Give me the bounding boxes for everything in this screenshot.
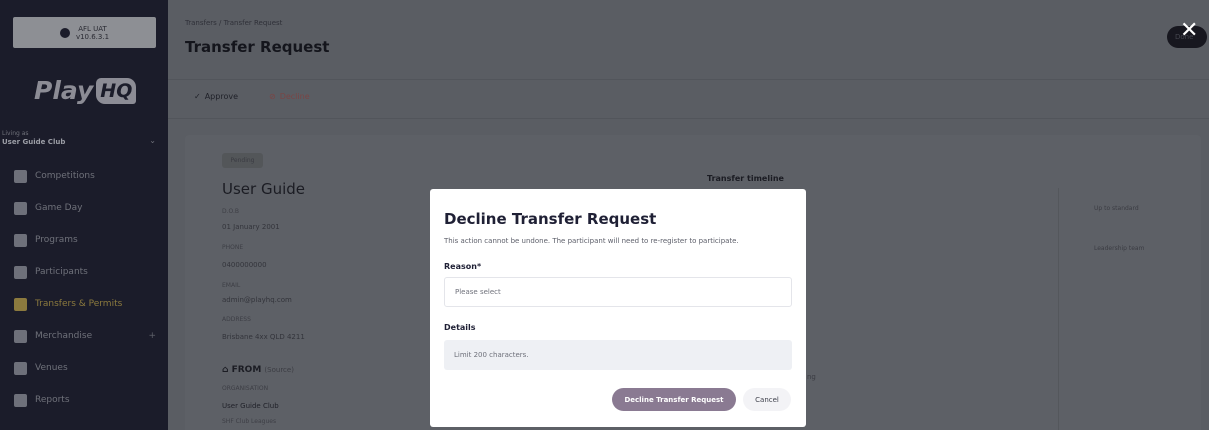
- logo-play-text: Play: [34, 76, 94, 105]
- sidebar-item-programs[interactable]: Programs: [0, 224, 168, 256]
- sidebar-item-label: Programs: [35, 235, 78, 245]
- dob-label: D.O.B: [222, 208, 240, 215]
- participant-name: User Guide: [222, 180, 306, 198]
- organisation-value: User Guide Club: [222, 402, 279, 410]
- reports-icon: [14, 393, 27, 407]
- sidebar: AFL UAT v10.6.3.1 Play HQ Living as User…: [0, 0, 168, 430]
- from-label: FROM: [231, 365, 262, 375]
- details-label: Details: [444, 323, 476, 332]
- action-bar: ✓ Approve ⊘ Decline: [168, 79, 1209, 119]
- decline-transfer-modal: Decline Transfer Request This action can…: [430, 189, 806, 427]
- club-switcher-label: Living as: [2, 130, 29, 137]
- email-label: EMAIL: [222, 282, 241, 289]
- sidebar-item-venues[interactable]: Venues: [0, 352, 168, 384]
- trophy-icon: [14, 169, 27, 183]
- timeline-heading: Transfer timeline: [707, 174, 784, 183]
- check-icon: ✓: [194, 92, 201, 101]
- sidebar-item-transfers-permits[interactable]: Transfers & Permits: [0, 288, 168, 320]
- details-input[interactable]: [444, 340, 792, 370]
- environment-name: AFL UAT: [78, 24, 107, 33]
- environment-icon: [59, 27, 70, 38]
- sidebar-item-label: Merchandise: [35, 331, 93, 341]
- sidebar-item-label: Game Day: [35, 203, 83, 213]
- sidebar-item-label: Reports: [35, 395, 70, 405]
- sidebar-item-merchandise[interactable]: Merchandise +: [0, 320, 168, 352]
- decline-circle-icon: ⊘: [269, 92, 276, 101]
- playhq-logo[interactable]: Play HQ: [34, 76, 137, 105]
- sidebar-nav: Competitions Game Day Programs Participa…: [0, 160, 168, 416]
- sidebar-item-reports[interactable]: Reports: [0, 384, 168, 416]
- dob-value: 01 January 2001: [222, 223, 280, 231]
- cancel-button[interactable]: Cancel: [743, 388, 791, 411]
- modal-title: Decline Transfer Request: [444, 210, 657, 228]
- breadcrumb[interactable]: Transfers / Transfer Request: [185, 19, 282, 27]
- book-icon: [14, 233, 27, 247]
- sidebar-item-label: Participants: [35, 267, 88, 277]
- organisation-extra: SHF Club Leagues: [222, 418, 277, 425]
- transfer-icon: [14, 297, 27, 311]
- phone-label: PHONE: [222, 244, 244, 251]
- sidebar-item-game-day[interactable]: Game Day: [0, 192, 168, 224]
- home-icon: ⌂: [222, 365, 229, 375]
- sidebar-item-participants[interactable]: Participants: [0, 256, 168, 288]
- sidebar-item-label: Venues: [35, 363, 68, 373]
- column-divider: [1058, 188, 1059, 430]
- decline-transfer-request-button[interactable]: Decline Transfer Request: [612, 388, 736, 411]
- phone-value: 0400000000: [222, 261, 267, 269]
- chevron-down-icon[interactable]: ⌄: [149, 136, 156, 145]
- close-icon[interactable]: ✕: [1180, 19, 1198, 43]
- scoreboard-icon: [14, 201, 27, 215]
- environment-badge: AFL UAT v10.6.3.1: [13, 17, 156, 48]
- shirt-icon: [14, 329, 27, 343]
- modal-description: This action cannot be undone. The partic…: [444, 237, 739, 245]
- email-value: admin@playhq.com: [222, 296, 292, 304]
- right-team-text: Leadership team: [1094, 245, 1145, 252]
- from-sub: (Source): [264, 366, 294, 374]
- page-title: Transfer Request: [185, 38, 330, 56]
- partial-text: ng: [807, 373, 816, 381]
- sidebar-item-label: Transfers & Permits: [35, 299, 123, 309]
- status-badge: Pending: [222, 153, 263, 168]
- decline-button[interactable]: ⊘ Decline: [269, 92, 310, 101]
- from-heading: ⌂ FROM (Source): [222, 365, 294, 375]
- plus-icon[interactable]: +: [148, 331, 156, 341]
- sidebar-item-label: Competitions: [35, 171, 95, 181]
- approve-button[interactable]: ✓ Approve: [194, 92, 238, 101]
- reason-select[interactable]: Please select: [444, 277, 792, 307]
- right-status-text: Up to standard: [1094, 205, 1139, 212]
- club-switcher[interactable]: User Guide Club: [2, 138, 65, 146]
- address-value: Brisbane 4xx QLD 4211: [222, 333, 305, 341]
- organisation-label: ORGANISATION: [222, 385, 269, 392]
- people-icon: [14, 265, 27, 279]
- logo-hq-text: HQ: [96, 77, 137, 104]
- venue-icon: [14, 361, 27, 375]
- sidebar-item-competitions[interactable]: Competitions: [0, 160, 168, 192]
- reason-label: Reason*: [444, 262, 482, 271]
- approve-label: Approve: [204, 92, 238, 101]
- address-label: ADDRESS: [222, 316, 251, 323]
- environment-version: v10.6.3.1: [75, 32, 110, 41]
- decline-label: Decline: [279, 92, 310, 101]
